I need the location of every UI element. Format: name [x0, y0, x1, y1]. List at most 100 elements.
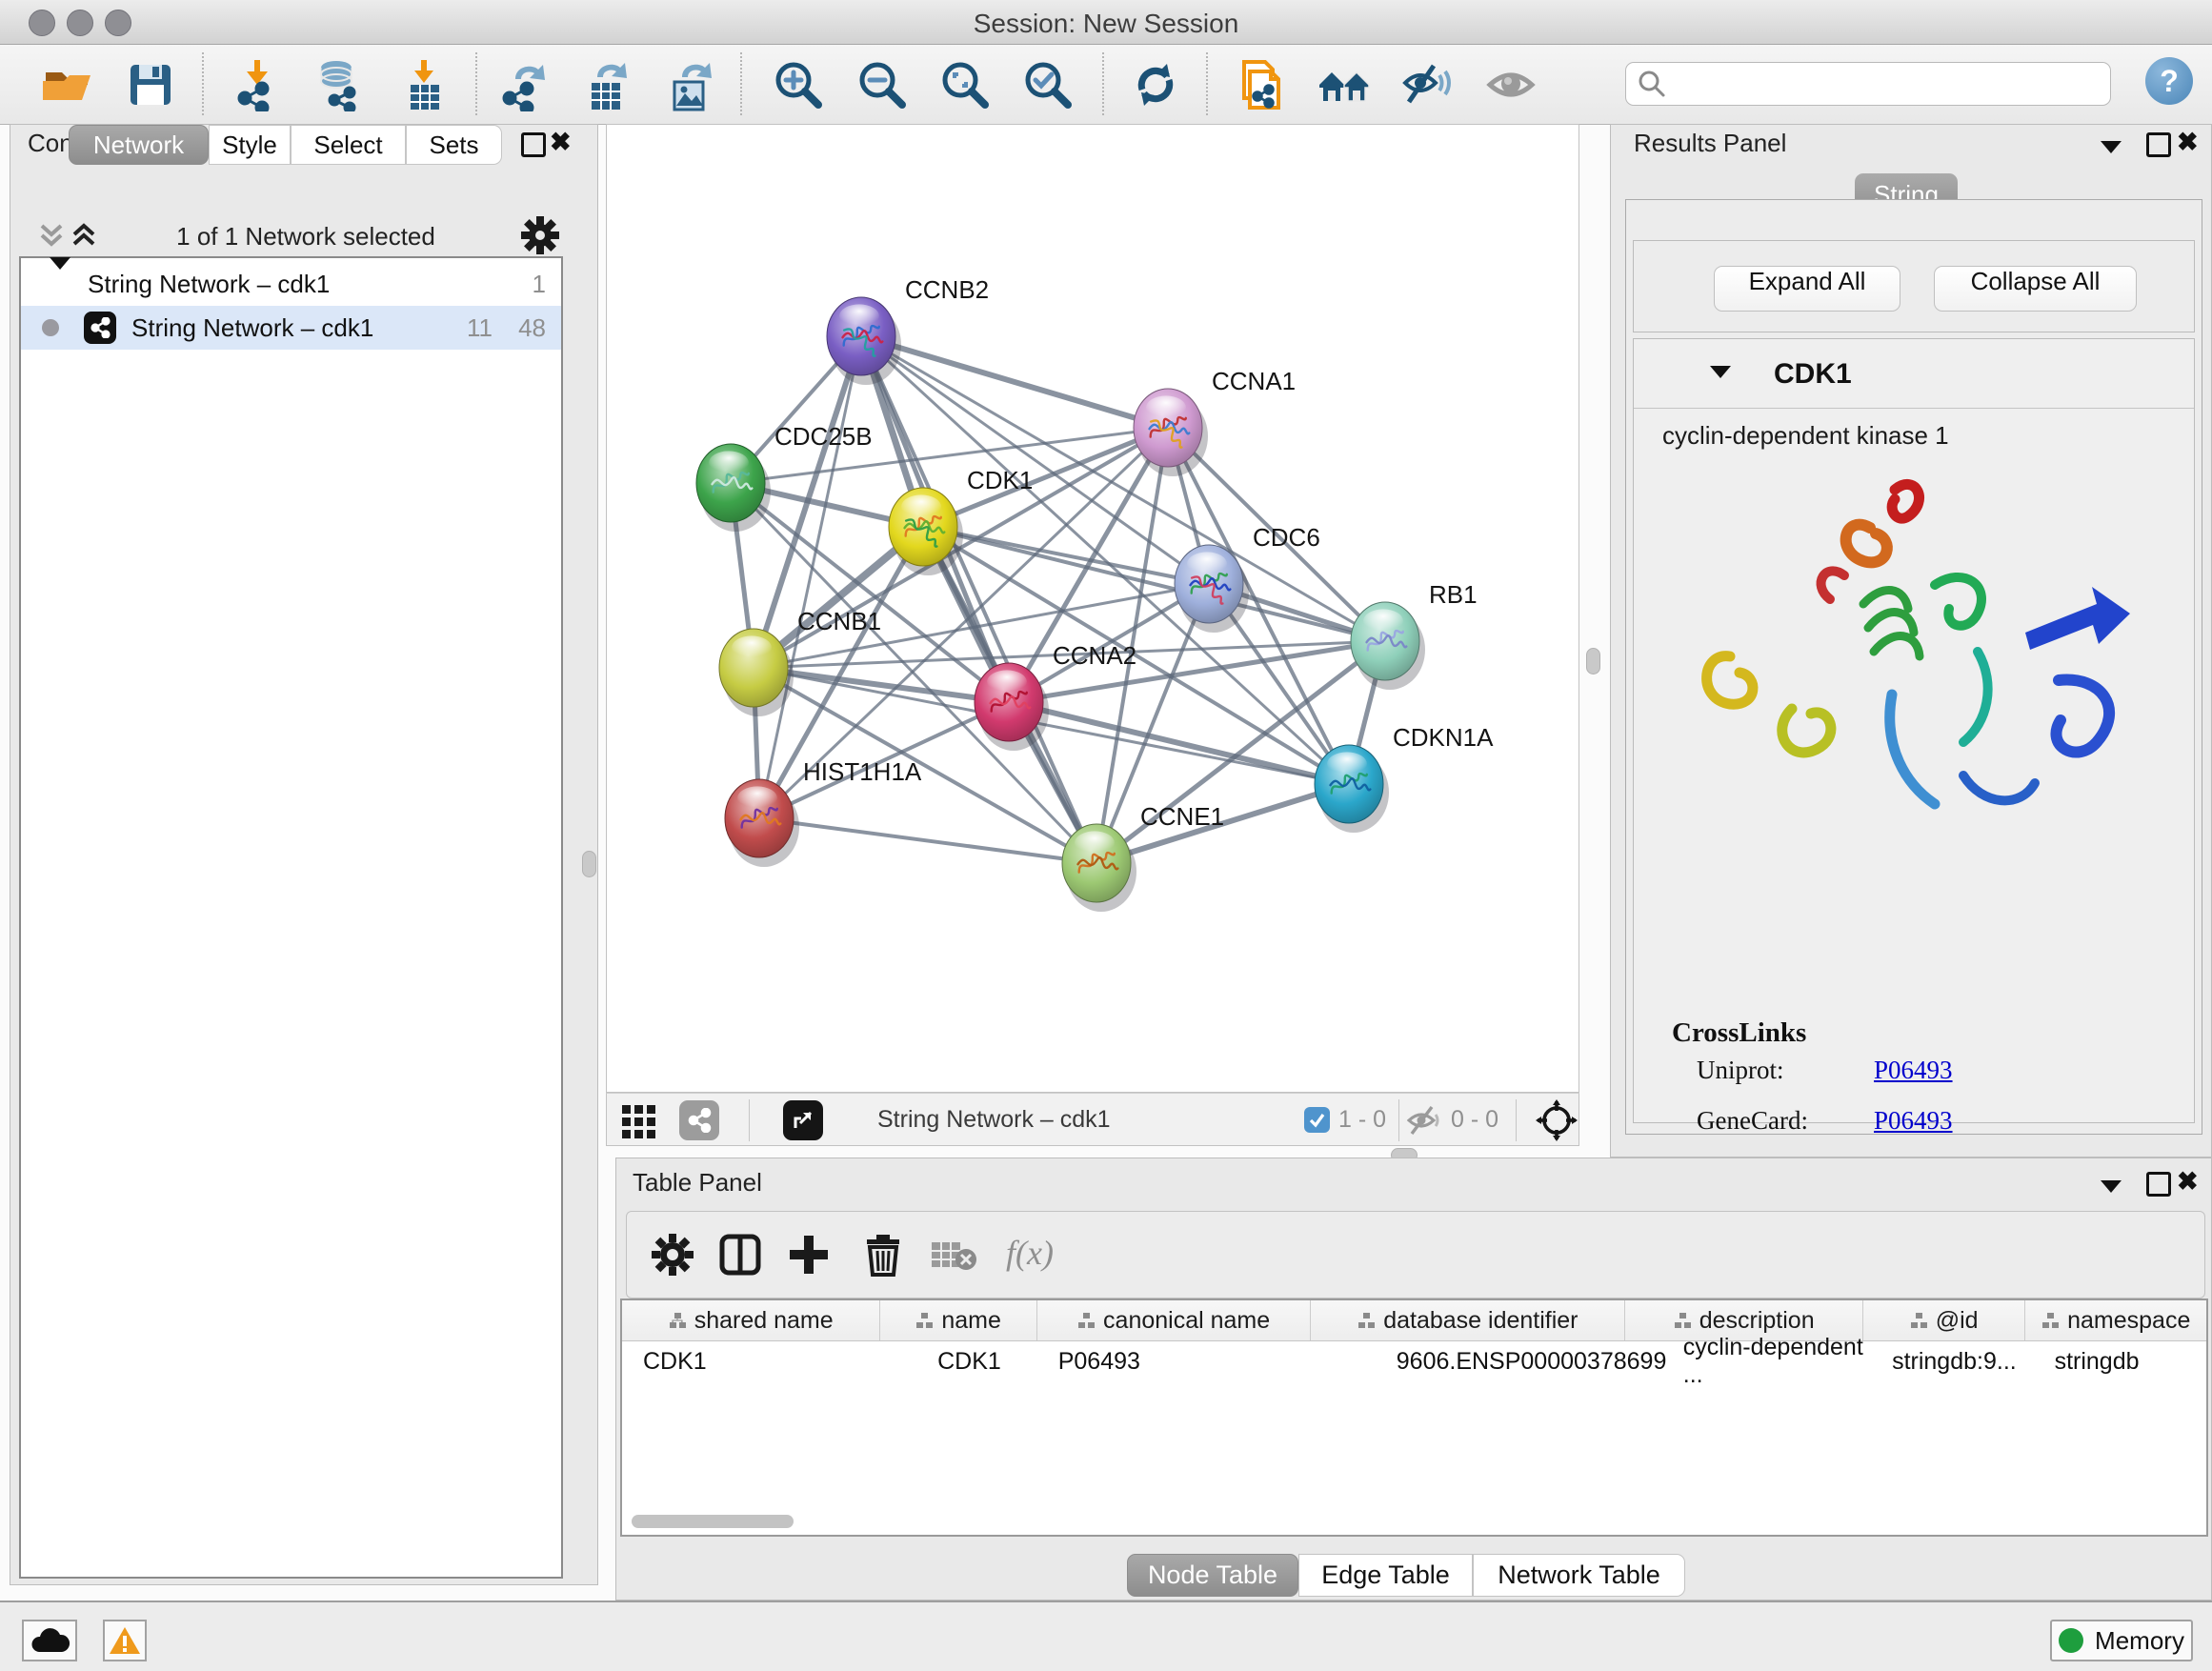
export-table-button[interactable] [580, 58, 633, 111]
network-edge-CCNB2-RB1[interactable] [861, 336, 1385, 641]
column-header[interactable]: namespace [2025, 1300, 2206, 1340]
zoom-out-button[interactable] [855, 58, 909, 111]
table-row[interactable]: CDK1 CDK1 P06493 9606.ENSP00000378699 cy… [622, 1341, 2206, 1381]
table-panel-float-button[interactable] [2101, 1172, 2122, 1200]
network-edge-HIST1H1A-CCNE1[interactable] [759, 818, 1096, 863]
function-builder-button[interactable]: f(x) [1006, 1233, 1092, 1277]
right-splitter-handle[interactable] [1586, 648, 1600, 674]
tab-style[interactable]: Style [209, 125, 291, 165]
check-icon [1308, 1111, 1326, 1129]
cell-id[interactable]: stringdb:9... [1863, 1341, 2026, 1381]
crosslink-link[interactable]: P06493 [1874, 1106, 1953, 1136]
left-splitter-handle[interactable] [582, 851, 596, 877]
network-edge-CCNB2-HIST1H1A[interactable] [759, 336, 861, 818]
export-network-button[interactable] [498, 58, 552, 111]
delete-table-button[interactable] [930, 1233, 974, 1277]
network-collection-row[interactable]: String Network – cdk1 1 [21, 262, 561, 306]
column-header[interactable]: @id [1863, 1300, 2026, 1340]
cell-database-identifier[interactable]: 9606.ENSP00000378699 [1311, 1341, 1626, 1381]
cell-shared-name[interactable]: CDK1 [622, 1341, 880, 1381]
hide-selected-button[interactable] [1401, 58, 1455, 111]
tab-network-table[interactable]: Network Table [1473, 1554, 1685, 1597]
cell-canonical-name[interactable]: P06493 [1037, 1341, 1311, 1381]
network-view-title: String Network – cdk1 [877, 1106, 1111, 1134]
save-session-button[interactable] [124, 58, 177, 111]
results-panel-maximize-button[interactable] [2146, 131, 2171, 159]
zoom-fit-button[interactable] [938, 58, 992, 111]
create-column-button[interactable] [787, 1233, 831, 1277]
selected-checkbox[interactable] [1304, 1107, 1330, 1133]
collapse-all-networks-button[interactable] [37, 220, 66, 255]
horizontal-scrollbar[interactable] [632, 1515, 794, 1528]
control-panel-close-button[interactable]: ✖ [550, 128, 572, 156]
crosslink-link[interactable]: P06493 [1874, 1056, 1953, 1085]
cell-namespace[interactable]: stringdb [2026, 1341, 2206, 1381]
cloud-status-button[interactable] [22, 1620, 77, 1661]
cell-description[interactable]: cyclin-dependent ... [1626, 1341, 1863, 1381]
detach-view-button[interactable] [783, 1100, 823, 1140]
column-header[interactable]: name [880, 1300, 1037, 1340]
protein-card-header[interactable]: CDK1 [1634, 339, 2194, 409]
show-all-networks-button[interactable] [1317, 58, 1371, 111]
zoom-selected-icon [1021, 58, 1075, 111]
control-panel-maximize-button[interactable] [521, 131, 546, 159]
warnings-button[interactable] [103, 1620, 147, 1661]
tree-icon [669, 1312, 686, 1329]
table-panel-maximize-button[interactable] [2146, 1170, 2171, 1198]
zoom-selected-button[interactable] [1021, 58, 1075, 111]
birdseye-toggle-button[interactable] [620, 1101, 658, 1144]
hidden-toggle-button[interactable] [1407, 1104, 1441, 1141]
tab-node-table[interactable]: Node Table [1127, 1554, 1298, 1597]
column-header[interactable]: database identifier [1311, 1300, 1625, 1340]
search-input[interactable] [1672, 67, 2095, 99]
gear-icon [651, 1233, 694, 1277]
network-node-CCNA1[interactable]: CCNA1 [1134, 367, 1296, 476]
network-node-RB1[interactable]: RB1 [1351, 580, 1478, 690]
expand-all-button[interactable]: Expand All [1714, 266, 1900, 312]
import-network-button[interactable] [231, 58, 285, 111]
network-node-CCNB1[interactable]: CCNB1 [719, 607, 881, 716]
tab-network[interactable]: Network [69, 125, 209, 165]
double-chevron-down-icon [37, 220, 66, 251]
cell-name[interactable]: CDK1 [880, 1341, 1037, 1381]
refresh-view-button[interactable] [1129, 58, 1182, 111]
collapse-section-icon[interactable] [1710, 366, 1731, 378]
fit-selected-button[interactable] [1536, 1099, 1578, 1146]
tab-edge-table[interactable]: Edge Table [1298, 1554, 1473, 1597]
import-table-button[interactable] [398, 58, 452, 111]
open-session-button[interactable] [40, 58, 93, 111]
import-network-from-database-button[interactable] [312, 58, 365, 111]
memory-button[interactable]: Memory [2050, 1620, 2193, 1661]
results-panel-float-button[interactable] [2101, 132, 2122, 161]
table-panel-close-button[interactable]: ✖ [2177, 1167, 2199, 1196]
network-row-selected[interactable]: String Network – cdk1 11 48 [21, 306, 561, 350]
results-panel-close-button[interactable]: ✖ [2177, 128, 2199, 156]
tab-sets[interactable]: Sets [406, 125, 502, 165]
table-options-button[interactable] [651, 1233, 694, 1277]
clone-network-button[interactable] [1233, 58, 1286, 111]
network-canvas[interactable]: CCNB2CCNA1CDC25BCDK1CDC6RB1CCNB1CCNA2CDK… [606, 124, 1579, 1093]
delete-column-button[interactable] [861, 1233, 905, 1277]
collapse-all-button[interactable]: Collapse All [1934, 266, 2137, 312]
node-label-CDKN1A: CDKN1A [1393, 723, 1494, 752]
column-header[interactable]: shared name [622, 1300, 880, 1340]
network-node-HIST1H1A[interactable]: HIST1H1A [725, 757, 922, 867]
string-style-button[interactable] [679, 1100, 719, 1140]
network-node-CDKN1A[interactable]: CDKN1A [1315, 723, 1494, 833]
search-field[interactable] [1625, 62, 2111, 106]
netbar-separator [749, 1099, 750, 1141]
show-hidden-button[interactable] [1484, 58, 1538, 111]
tree-icon [1357, 1312, 1375, 1329]
column-header[interactable]: canonical name [1037, 1300, 1311, 1340]
export-image-button[interactable] [663, 58, 716, 111]
network-node-CCNE1[interactable]: CCNE1 [1062, 802, 1224, 912]
tree-expand-icon[interactable] [50, 270, 70, 299]
tab-select[interactable]: Select [291, 125, 406, 165]
show-columns-button[interactable] [718, 1233, 762, 1277]
help-button[interactable]: ? [2145, 57, 2193, 105]
warning-icon [109, 1626, 141, 1655]
zoom-in-button[interactable] [772, 58, 825, 111]
network-edge-CCNB2-CCNA1[interactable] [861, 336, 1168, 428]
expand-all-networks-button[interactable] [70, 220, 98, 255]
network-list-options-button[interactable] [521, 216, 559, 259]
